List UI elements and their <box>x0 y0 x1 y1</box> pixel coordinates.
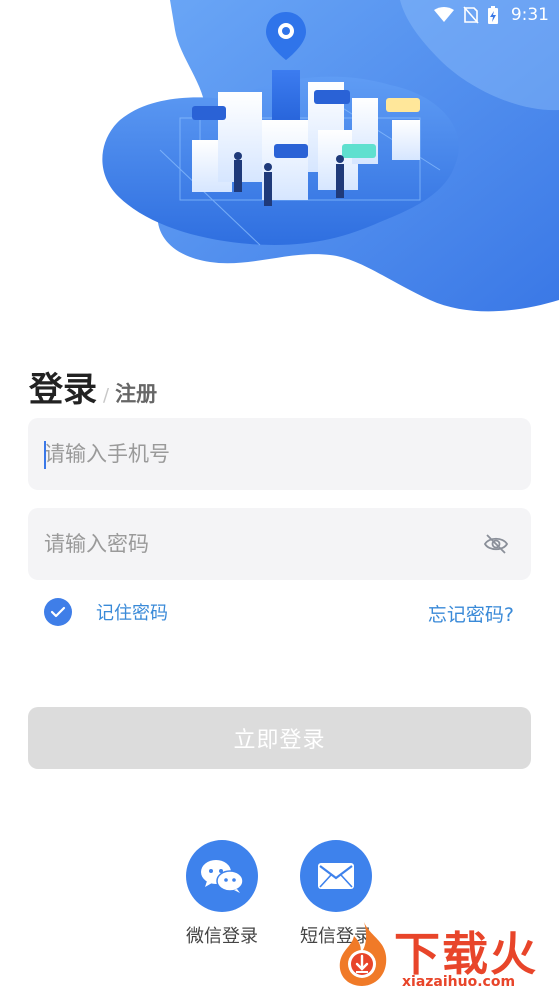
password-input[interactable] <box>44 508 484 580</box>
wechat-icon[interactable] <box>186 840 258 912</box>
eye-off-icon[interactable] <box>483 532 509 556</box>
remember-password-label: 记住密码 <box>96 603 168 624</box>
watermark-url: xiazaihuo.com <box>402 974 516 990</box>
password-field[interactable] <box>28 508 531 580</box>
wechat-login-label: 微信登录 <box>186 926 258 947</box>
tab-register[interactable]: 注册 <box>115 378 157 408</box>
no-sim-icon <box>463 6 479 24</box>
forgot-password-link[interactable]: 忘记密码? <box>428 600 514 627</box>
wifi-icon <box>433 7 454 22</box>
phone-field[interactable] <box>28 418 531 490</box>
phone-input[interactable] <box>44 418 484 490</box>
status-bar: 9:31 <box>0 0 559 32</box>
auth-tabs: 登录 / 注册 <box>29 362 157 411</box>
login-button[interactable]: 立即登录 <box>28 707 531 769</box>
battery-charging-icon <box>487 6 498 24</box>
flame-logo-icon <box>339 922 387 986</box>
wechat-login-button[interactable]: 微信登录 <box>186 840 258 948</box>
mail-icon[interactable] <box>300 840 372 912</box>
tab-separator: / <box>103 385 110 406</box>
city-illustration <box>102 0 559 312</box>
watermark: 下载火 xiazaihuo.com <box>330 918 555 990</box>
remember-password-checkbox[interactable]: 记住密码 <box>44 598 168 626</box>
tab-login[interactable]: 登录 <box>29 362 97 411</box>
text-cursor <box>44 441 46 469</box>
status-time: 9:31 <box>510 5 549 25</box>
checkmark-icon[interactable] <box>44 598 72 626</box>
hero-illustration <box>0 0 559 320</box>
